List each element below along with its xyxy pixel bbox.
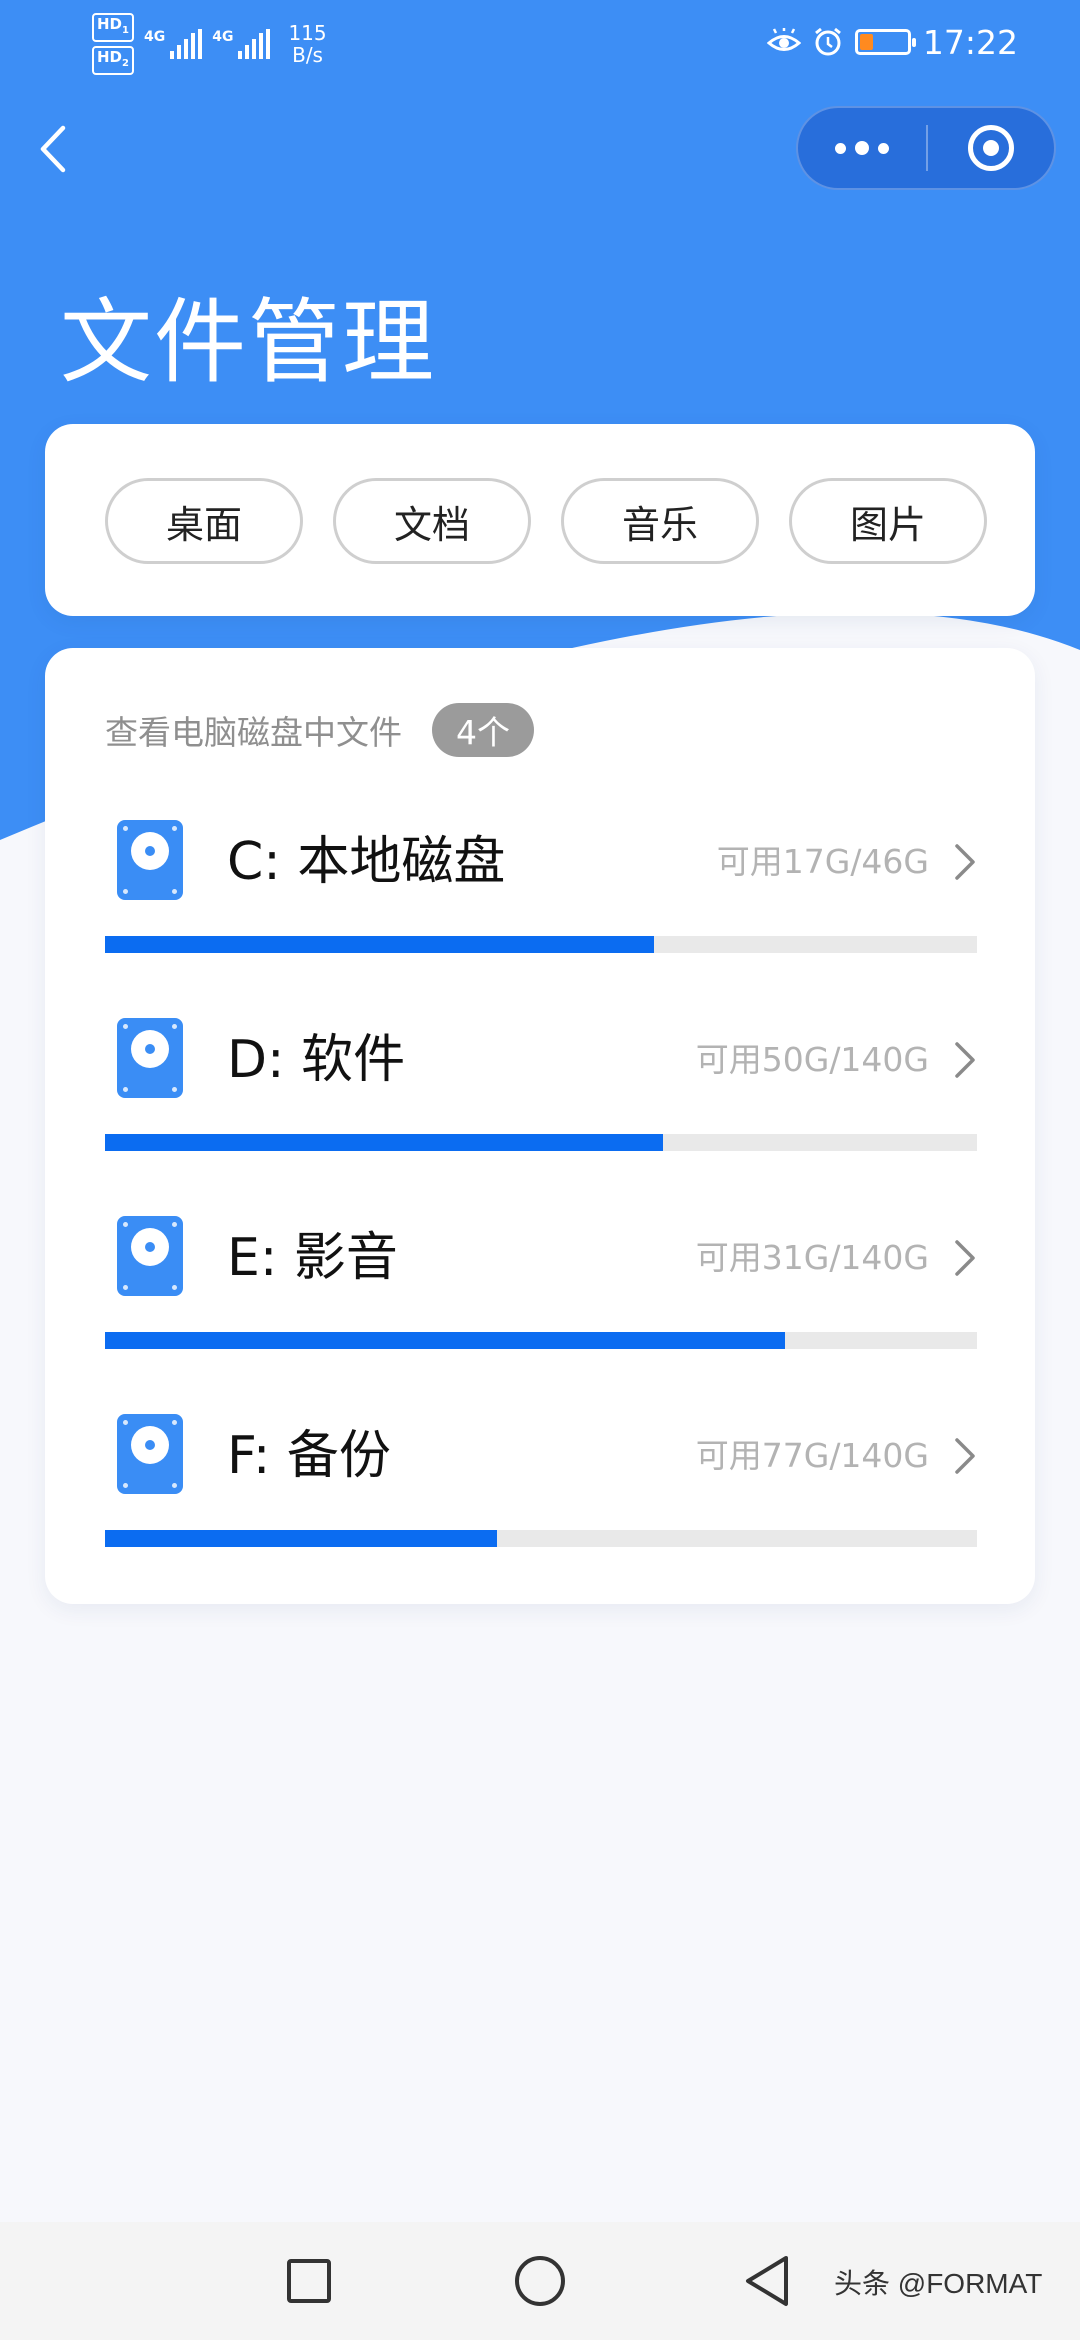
disk-free-space: 可用31G/140G: [695, 1238, 929, 1277]
hard-disk-icon: [117, 1018, 183, 1098]
disk-free-space: 可用17G/46G: [716, 842, 929, 881]
disk-name: E: 影音: [227, 1228, 398, 1288]
chevron-right-icon: [955, 1042, 975, 1078]
network-speed: 115 B/s: [288, 21, 327, 67]
eye-comfort-icon: [766, 28, 801, 51]
triangle-back-icon: [746, 2256, 788, 2306]
disk-row-f[interactable]: F: 备份 可用77G/140G: [105, 1414, 977, 1564]
disk-usage-bar: [105, 1530, 977, 1547]
hard-disk-icon: [117, 1216, 183, 1296]
disk-usage-fill: [105, 1332, 786, 1349]
chevron-right-icon: [955, 844, 975, 880]
category-card: 桌面 文档 音乐 图片: [45, 424, 1035, 616]
battery-icon: [854, 29, 916, 55]
category-chip-music[interactable]: 音乐: [561, 478, 759, 564]
category-chip-pictures[interactable]: 图片: [789, 478, 987, 564]
more-button[interactable]: [798, 108, 926, 188]
home-button[interactable]: [503, 2244, 577, 2318]
disk-usage-fill: [105, 1530, 498, 1547]
disk-usage-bar: [105, 1134, 977, 1151]
clock: 17:22: [922, 22, 1018, 62]
circle-home-icon: [515, 2256, 565, 2306]
hd-badge-2: HD2: [92, 46, 134, 75]
status-left: HD1 HD2 4G 4G 115 B/s: [92, 13, 327, 75]
miniapp-capsule: [796, 106, 1056, 190]
system-back-button[interactable]: [730, 2244, 804, 2318]
hd-indicators: HD1 HD2: [92, 13, 134, 75]
disk-row-d[interactable]: D: 软件 可用50G/140G: [105, 1018, 977, 1168]
disk-usage-bar: [105, 936, 977, 953]
category-chip-documents[interactable]: 文档: [333, 478, 531, 564]
disk-name: F: 备份: [227, 1426, 391, 1486]
disk-usage-bar: [105, 1332, 977, 1349]
back-arrow-icon: [40, 125, 66, 173]
disk-free-space: 可用77G/140G: [695, 1436, 929, 1475]
disk-row-c[interactable]: C: 本地磁盘 可用17G/46G: [105, 820, 977, 970]
page-title: 文件管理: [60, 289, 437, 396]
watermark: 头条 @FORMAT: [834, 2268, 1043, 2299]
disk-free-space: 可用50G/140G: [695, 1040, 929, 1079]
chevron-right-icon: [955, 1438, 975, 1474]
close-miniapp-button[interactable]: [928, 108, 1054, 188]
hd-badge-1: HD1: [92, 13, 134, 42]
recents-button[interactable]: [272, 2244, 346, 2318]
disk-list-header: 查看电脑磁盘中文件 4个: [105, 702, 534, 758]
disk-usage-fill: [105, 936, 655, 953]
signal-icon-2: 4G: [212, 29, 271, 59]
disk-usage-fill: [105, 1134, 664, 1151]
disk-name: C: 本地磁盘: [227, 832, 506, 892]
disk-list-card: 查看电脑磁盘中文件 4个 C: 本地磁盘 可用17G/46G D: 软件 可用5…: [45, 648, 1035, 1604]
status-right: 17:22: [766, 18, 1018, 66]
more-dots-icon: [835, 142, 846, 154]
disk-row-e[interactable]: E: 影音 可用31G/140G: [105, 1216, 977, 1366]
hard-disk-icon: [117, 820, 183, 900]
chevron-right-icon: [955, 1240, 975, 1276]
disk-count-badge: 4个: [432, 703, 534, 757]
back-button[interactable]: [38, 118, 80, 180]
status-bar: HD1 HD2 4G 4G 115 B/s 17:22: [0, 0, 1080, 82]
target-close-icon: [968, 125, 1014, 171]
category-chip-row[interactable]: 桌面 文档 音乐 图片: [105, 478, 1021, 564]
square-recents-icon: [287, 2259, 331, 2303]
category-chip-desktop[interactable]: 桌面: [105, 478, 303, 564]
signal-icon: 4G: [144, 29, 203, 59]
disk-list-subtitle: 查看电脑磁盘中文件: [105, 713, 402, 752]
hard-disk-icon: [117, 1414, 183, 1494]
alarm-icon: [814, 27, 841, 56]
disk-name: D: 软件: [227, 1030, 406, 1090]
